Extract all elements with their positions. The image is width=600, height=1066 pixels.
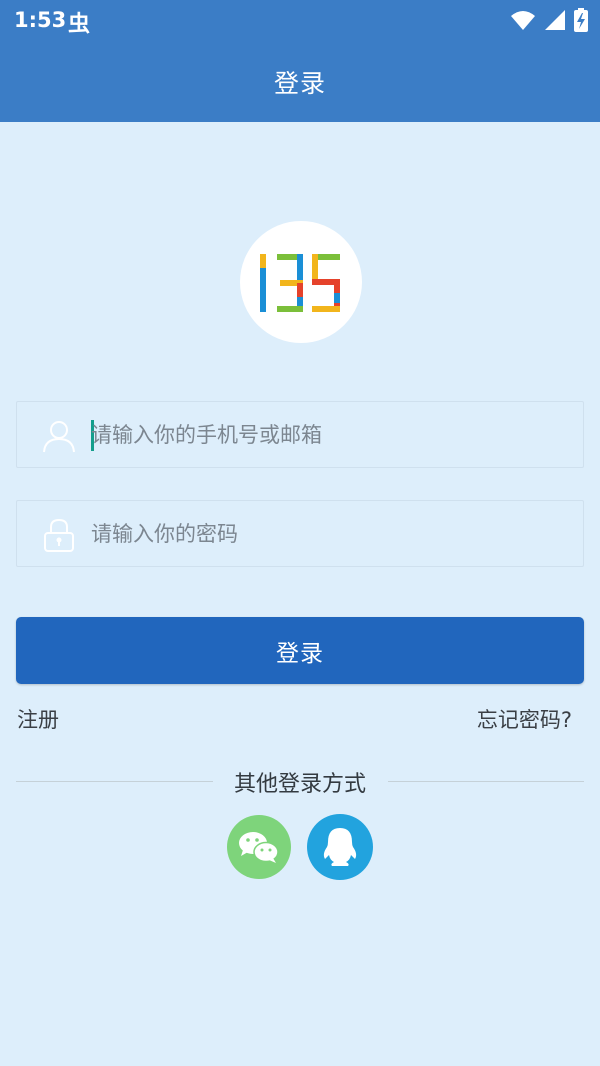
qq-login-button[interactable]: [307, 814, 373, 880]
other-login-title: 其他登录方式: [233, 772, 366, 797]
status-bar: 1:53 虫: [0, 0, 600, 42]
phone-email-input[interactable]: [91, 402, 571, 467]
page-title: 登录: [273, 69, 326, 98]
register-link[interactable]: 注册: [17, 704, 59, 734]
password-input[interactable]: [91, 501, 571, 566]
debug-indicator-icon: 虫: [68, 12, 91, 37]
logo-135-icon: [260, 254, 340, 312]
wechat-icon: [239, 832, 279, 863]
lock-icon: [44, 518, 74, 552]
forgot-password-link[interactable]: 忘记密码?: [477, 704, 572, 734]
user-icon: [43, 421, 75, 453]
app-logo: [240, 221, 362, 343]
wifi-icon: [511, 11, 535, 30]
qq-icon: [323, 828, 357, 866]
signal-icon: [545, 10, 565, 30]
battery-charging-icon: [574, 8, 588, 32]
phone-email-field: [16, 401, 584, 468]
status-time: 1:53: [14, 8, 67, 32]
divider-right: [388, 781, 584, 782]
login-button[interactable]: 登录: [16, 617, 584, 684]
app-header: 1:53 虫 登录: [0, 0, 600, 122]
password-field: [16, 500, 584, 567]
status-icons: [510, 8, 588, 32]
wechat-login-button[interactable]: [227, 815, 291, 879]
